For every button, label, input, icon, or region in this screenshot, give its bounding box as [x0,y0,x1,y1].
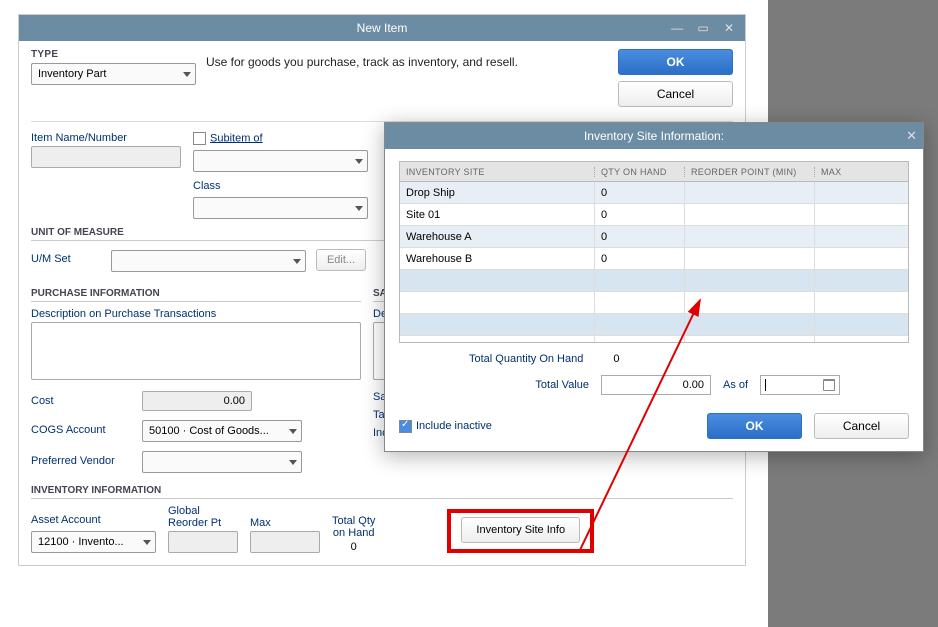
col-site-header: INVENTORY SITE [400,167,595,177]
purchase-header: PURCHASE INFORMATION [31,288,361,302]
cell-max [815,182,908,203]
chevron-down-icon [355,159,363,164]
table-row[interactable] [400,314,908,336]
type-value: Inventory Part [38,68,106,80]
asset-dropdown[interactable]: 12100 · Invento... [31,531,156,553]
cell-reorder [685,248,815,269]
cancel-button[interactable]: Cancel [618,81,733,107]
purchase-desc-input[interactable] [31,322,361,380]
total-value-input[interactable] [601,375,711,395]
vendor-dropdown[interactable] [142,451,302,473]
edit-button[interactable]: Edit... [316,249,366,271]
inventory-site-modal: Inventory Site Information: ✕ INVENTORY … [384,122,924,452]
cell-reorder [685,226,815,247]
modal-cancel-button[interactable]: Cancel [814,413,909,439]
subitem-label: Subitem of [193,132,368,145]
total-qty-label: Total Qtyon Hand [332,515,375,539]
chevron-down-icon [293,259,301,264]
max-label: Max [250,517,320,529]
titlebar: New Item — ▭ ✕ [19,15,745,41]
inventory-site-button-highlight: Inventory Site Info [447,509,594,553]
cogs-dropdown[interactable]: 50100 · Cost of Goods... [142,420,302,442]
cogs-value: 50100 · Cost of Goods... [149,425,269,437]
close-icon[interactable]: ✕ [717,19,741,37]
cell-qty: 0 [595,204,685,225]
total-qty-value: 0 [613,353,619,365]
cell-max [815,248,908,269]
total-qty-value: 0 [351,541,357,553]
window-title: New Item [357,21,408,35]
cell-max [815,204,908,225]
asset-value: 12100 · Invento... [38,536,124,548]
chevron-down-icon [289,429,297,434]
uom-set-dropdown[interactable] [111,250,306,272]
close-icon[interactable]: ✕ [906,128,917,144]
modal-titlebar: Inventory Site Information: ✕ [385,123,923,149]
include-inactive-checkbox[interactable] [399,420,412,433]
asset-label: Asset Account [31,514,156,526]
cell-qty: 0 [595,226,685,247]
cell-max [815,226,908,247]
cost-input[interactable] [142,391,252,411]
maximize-icon[interactable]: ▭ [691,19,715,37]
col-max-header: MAX [815,167,908,177]
table-body[interactable]: Drop Ship 0 Site 01 0 Warehouse A 0 [400,182,908,342]
type-description: Use for goods you purchase, track as inv… [196,49,618,69]
table-row[interactable]: Warehouse B 0 [400,248,908,270]
ok-button[interactable]: OK [618,49,733,75]
modal-title: Inventory Site Information: [584,129,724,143]
chevron-down-icon [183,72,191,77]
cell-qty: 0 [595,182,685,203]
subitem-dropdown[interactable] [193,150,368,172]
cell-site: Drop Ship [400,182,595,203]
chevron-down-icon [143,540,151,545]
cogs-label: COGS Account [31,424,136,436]
table-row[interactable]: Drop Ship 0 [400,182,908,204]
table-row[interactable] [400,336,908,342]
reorder-label: GlobalReorder Pt [168,505,238,529]
item-name-input[interactable] [31,146,181,168]
chevron-down-icon [355,206,363,211]
asof-date-input[interactable] [760,375,840,395]
asof-label: As of [723,379,748,391]
calendar-icon[interactable] [823,379,835,391]
table-row[interactable] [400,270,908,292]
chevron-down-icon [289,460,297,465]
cell-site: Warehouse B [400,248,595,269]
uom-set-label: U/M Set [31,253,101,265]
cell-qty: 0 [595,248,685,269]
reorder-input[interactable] [168,531,238,553]
modal-ok-button[interactable]: OK [707,413,802,439]
minimize-icon[interactable]: — [665,19,689,37]
inventory-site-info-button[interactable]: Inventory Site Info [461,517,580,543]
type-label: TYPE [31,49,196,60]
cell-reorder [685,204,815,225]
cell-site: Site 01 [400,204,595,225]
cell-reorder [685,182,815,203]
subitem-checkbox[interactable] [193,132,206,145]
total-value-label: Total Value [399,379,589,391]
item-name-label: Item Name/Number [31,132,181,144]
table-row[interactable]: Site 01 0 [400,204,908,226]
inventory-sites-table: INVENTORY SITE QTY ON HAND REORDER POINT… [399,161,909,343]
type-dropdown[interactable]: Inventory Part [31,63,196,85]
col-reorder-header: REORDER POINT (MIN) [685,167,815,177]
max-input[interactable] [250,531,320,553]
class-dropdown[interactable] [193,197,368,219]
cost-label: Cost [31,395,136,407]
table-row[interactable]: Warehouse A 0 [400,226,908,248]
col-qty-header: QTY ON HAND [595,167,685,177]
cell-site: Warehouse A [400,226,595,247]
class-label: Class [193,180,368,192]
total-qty-label: Total Quantity On Hand [469,353,583,365]
purchase-desc-label: Description on Purchase Transactions [31,308,361,320]
include-inactive-label: Include inactive [416,420,492,432]
inventory-header: INVENTORY INFORMATION [31,485,733,499]
table-row[interactable] [400,292,908,314]
vendor-label: Preferred Vendor [31,455,136,467]
